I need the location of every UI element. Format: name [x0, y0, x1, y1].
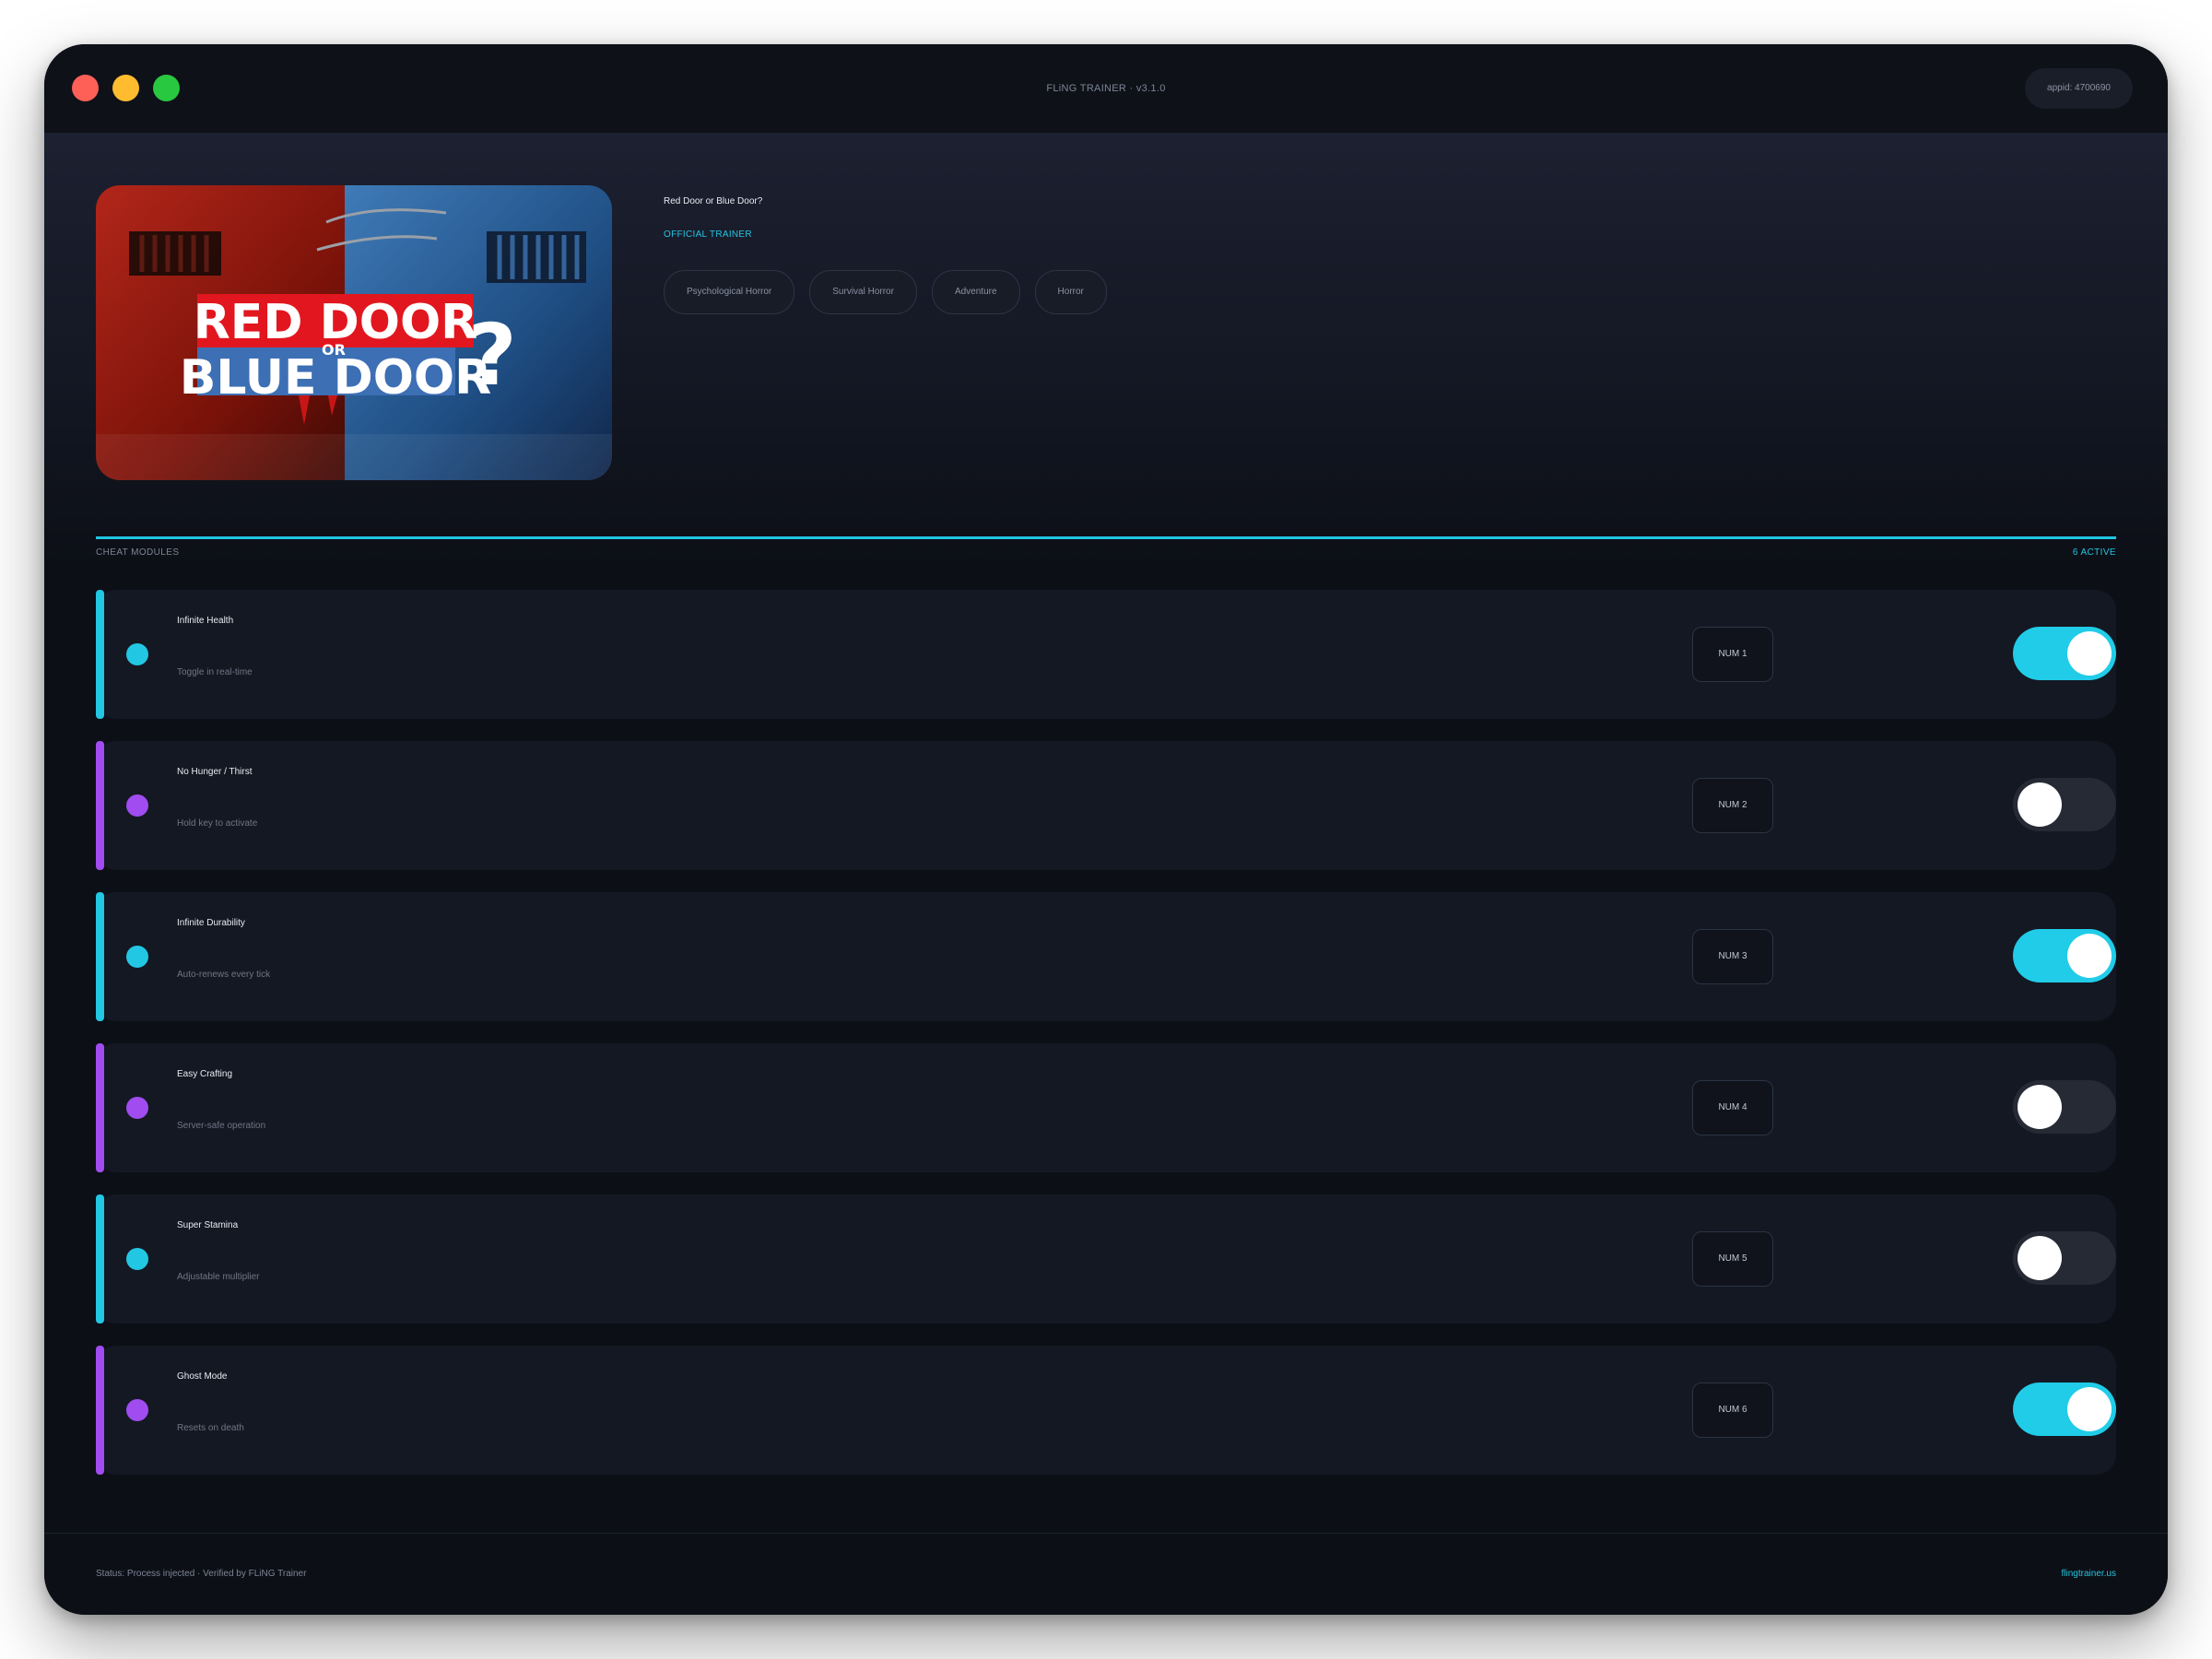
module-row[interactable]: Infinite Health Toggle in real-time NUM …	[96, 590, 2116, 719]
toggle-knob	[2067, 1387, 2112, 1431]
module-row[interactable]: Ghost Mode Resets on death NUM 6	[96, 1346, 2116, 1475]
hotkey-badge[interactable]: NUM 5	[1692, 1231, 1773, 1287]
module-accent-bar	[96, 1194, 104, 1324]
module-row[interactable]: Super Stamina Adjustable multiplier NUM …	[96, 1194, 2116, 1324]
module-name: Super Stamina	[177, 1220, 239, 1230]
genre-tags: Psychological Horror Survival Horror Adv…	[664, 270, 1107, 314]
module-row[interactable]: Easy Crafting Server-safe operation NUM …	[96, 1043, 2116, 1172]
status-footer: Status: Process injected · Verified by F…	[44, 1533, 2168, 1615]
toggle-knob	[2018, 1085, 2062, 1129]
module-description: Adjustable multiplier	[177, 1272, 260, 1282]
tag-survival-horror[interactable]: Survival Horror	[809, 270, 917, 314]
module-description: Toggle in real-time	[177, 667, 253, 677]
module-accent-bar	[96, 590, 104, 719]
module-name: Infinite Durability	[177, 918, 245, 928]
tag-psychological-horror[interactable]: Psychological Horror	[664, 270, 795, 314]
hotkey-badge[interactable]: NUM 1	[1692, 627, 1773, 682]
module-accent-bar	[96, 1043, 104, 1172]
module-toggle[interactable]	[2013, 1382, 2116, 1436]
module-accent-bar	[96, 1346, 104, 1475]
module-row[interactable]: No Hunger / Thirst Hold key to activate …	[96, 741, 2116, 870]
active-count-label: 6 ACTIVE	[2072, 547, 2116, 558]
appid-badge: appid: 4700690	[2025, 68, 2133, 109]
cheat-modules-label: CHEAT MODULES	[96, 547, 180, 558]
status-dot-icon	[126, 643, 148, 665]
module-description: Hold key to activate	[177, 818, 258, 829]
module-description: Auto-renews every tick	[177, 970, 271, 980]
cheat-modules-list: Infinite Health Toggle in real-time NUM …	[96, 590, 2116, 1497]
module-toggle[interactable]	[2013, 1080, 2116, 1134]
tag-adventure[interactable]: Adventure	[931, 270, 1020, 314]
status-dot-icon	[126, 794, 148, 817]
toggle-knob	[2067, 934, 2112, 978]
module-name: Infinite Health	[177, 616, 234, 626]
module-toggle[interactable]	[2013, 929, 2116, 982]
tag-horror[interactable]: Horror	[1034, 270, 1107, 314]
game-header: RED DOOR OR BLUE DOOR ? Red Door or Blue…	[44, 134, 2168, 567]
status-dot-icon	[126, 1248, 148, 1270]
trainer-window: FLiNG TRAINER · v3.1.0 appid: 4700690 RE…	[44, 44, 2168, 1615]
cover-question-mark: ?	[467, 306, 516, 405]
website-link[interactable]: flingtrainer.us	[2062, 1569, 2116, 1579]
status-dot-icon	[126, 1399, 148, 1421]
module-name: No Hunger / Thirst	[177, 767, 253, 777]
section-divider	[96, 536, 2116, 539]
title-bar: FLiNG TRAINER · v3.1.0 appid: 4700690	[44, 44, 2168, 134]
window-title: FLiNG TRAINER · v3.1.0	[1046, 83, 1166, 94]
hotkey-badge[interactable]: NUM 3	[1692, 929, 1773, 984]
status-dot-icon	[126, 946, 148, 968]
module-name: Ghost Mode	[177, 1371, 228, 1382]
module-row[interactable]: Infinite Durability Auto-renews every ti…	[96, 892, 2116, 1021]
toggle-knob	[2018, 782, 2062, 827]
module-toggle[interactable]	[2013, 1231, 2116, 1285]
status-text: Status: Process injected · Verified by F…	[96, 1569, 307, 1579]
module-accent-bar	[96, 741, 104, 870]
official-trainer-badge: OFFICIAL TRAINER	[664, 229, 752, 240]
module-toggle[interactable]	[2013, 627, 2116, 680]
module-toggle[interactable]	[2013, 778, 2116, 831]
hotkey-badge[interactable]: NUM 4	[1692, 1080, 1773, 1135]
hotkey-badge[interactable]: NUM 6	[1692, 1382, 1773, 1438]
module-accent-bar	[96, 892, 104, 1021]
module-name: Easy Crafting	[177, 1069, 233, 1079]
module-description: Server-safe operation	[177, 1121, 266, 1131]
game-cover-image: RED DOOR OR BLUE DOOR ?	[96, 185, 612, 480]
toggle-knob	[2067, 631, 2112, 676]
game-title: Red Door or Blue Door?	[664, 196, 763, 206]
status-dot-icon	[126, 1097, 148, 1119]
hotkey-badge[interactable]: NUM 2	[1692, 778, 1773, 833]
module-description: Resets on death	[177, 1423, 244, 1433]
toggle-knob	[2018, 1236, 2062, 1280]
